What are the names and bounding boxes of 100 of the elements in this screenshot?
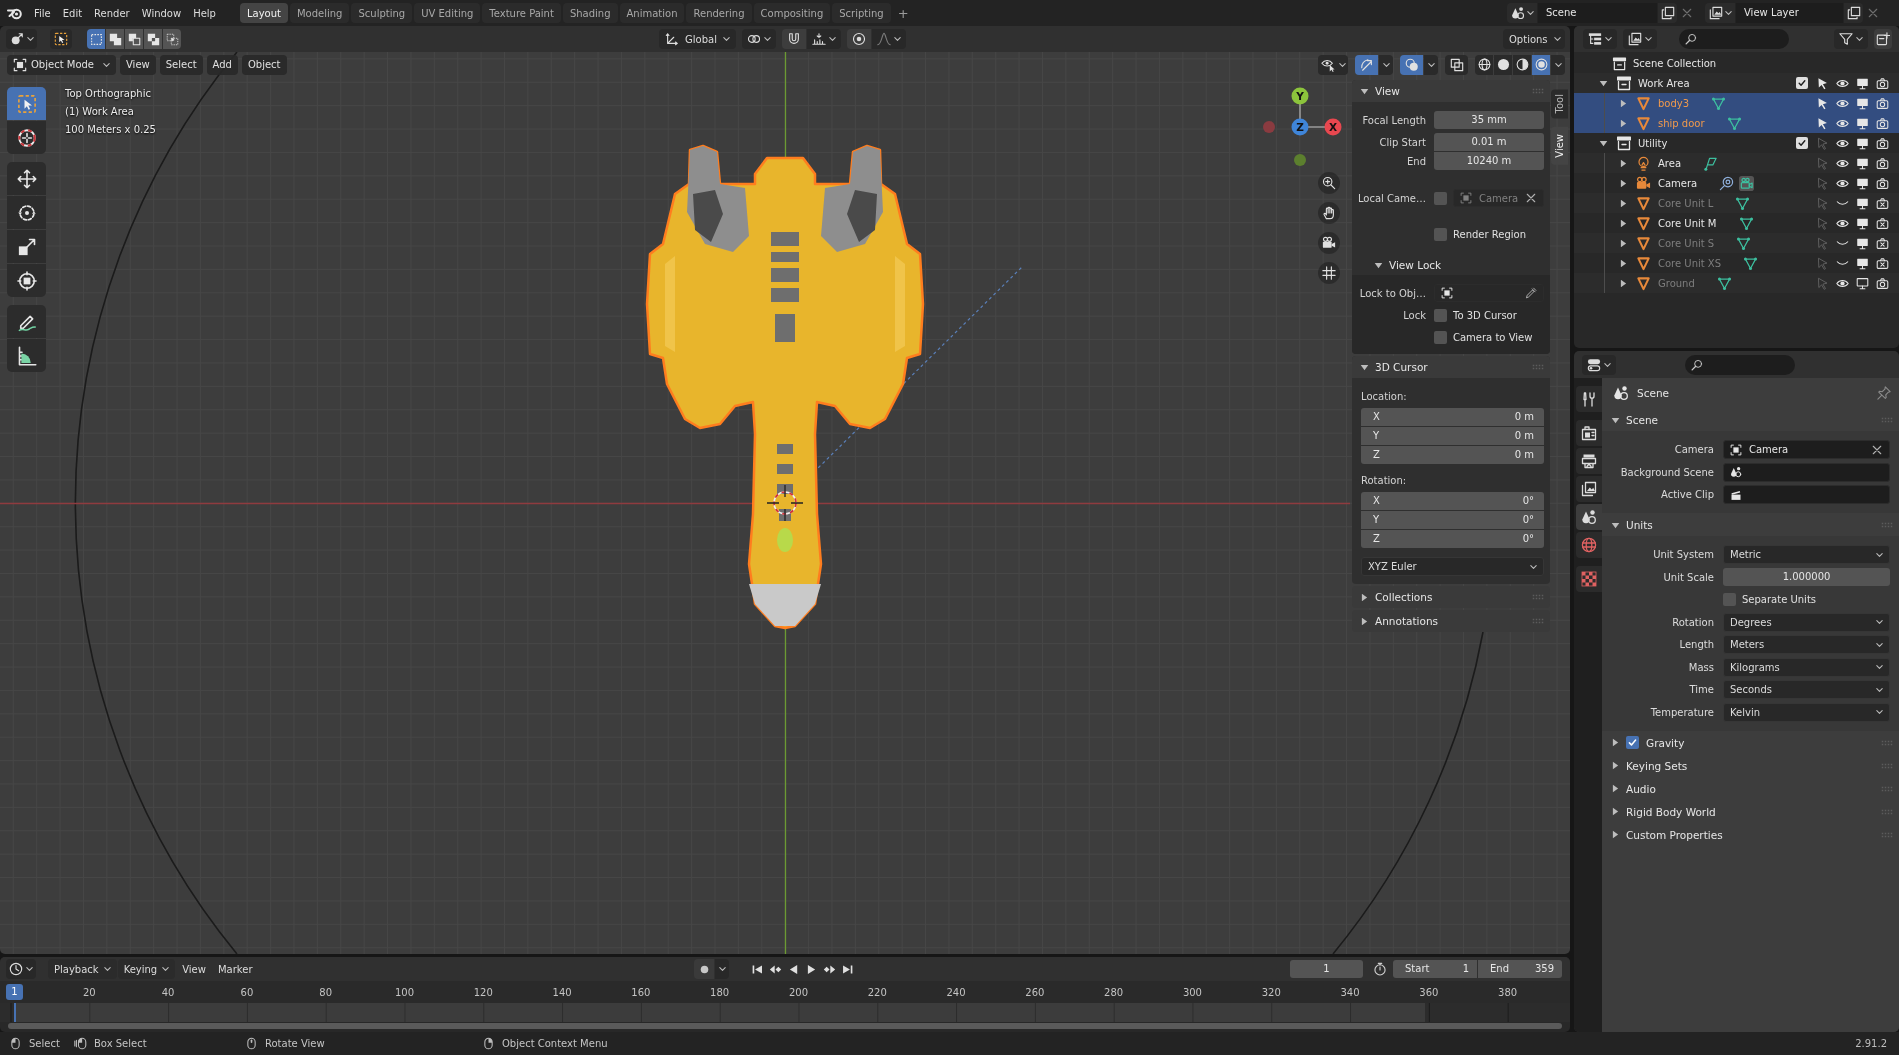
monitor-icon[interactable] [1855, 236, 1869, 250]
disclosure-triangle-icon[interactable] [1599, 139, 1608, 147]
selection-mode-button[interactable] [163, 29, 181, 49]
monitor-icon[interactable] [1855, 116, 1869, 130]
overlays-toggle[interactable] [1400, 54, 1423, 75]
outliner-row[interactable]: body3 [1574, 93, 1899, 113]
shading-button[interactable] [1494, 54, 1512, 75]
view-layer-browse-button[interactable] [1705, 3, 1735, 23]
workspace-tab[interactable]: Sculpting [351, 3, 413, 23]
gizmo-toggle[interactable] [1355, 54, 1378, 75]
panel-header[interactable]: Rigid Body World [1602, 800, 1899, 823]
filter-button[interactable] [1834, 29, 1868, 49]
header-menu[interactable]: View [176, 959, 212, 979]
object-field[interactable] [1434, 284, 1544, 302]
scrollbar[interactable] [8, 1023, 1562, 1029]
number-field[interactable]: 35 mm [1434, 111, 1544, 129]
display-mode-button[interactable] [1583, 29, 1617, 49]
editor-type-button[interactable] [6, 29, 37, 49]
disclosure-triangle-icon[interactable] [1620, 278, 1627, 288]
shading-button[interactable] [1475, 54, 1493, 75]
checkbox[interactable] [1626, 736, 1639, 749]
sidebar-tab[interactable]: Tool [1551, 89, 1568, 119]
render-off-camera-icon[interactable] [1875, 256, 1889, 270]
axis-handle[interactable] [1294, 154, 1306, 166]
panel-header[interactable]: Scene [1602, 409, 1899, 431]
auto-keying-toggle[interactable] [694, 959, 715, 979]
monitor-icon[interactable] [1855, 76, 1869, 90]
checkbox[interactable] [1434, 227, 1447, 241]
properties-tab[interactable] [1576, 504, 1602, 530]
orientation-dropdown[interactable]: Global [659, 29, 736, 49]
checkbox[interactable] [1434, 191, 1447, 205]
monitor-icon[interactable] [1855, 96, 1869, 110]
number-field[interactable]: Z 0° [1361, 530, 1544, 548]
menu-item[interactable]: Render [88, 3, 136, 23]
mode-dropdown[interactable]: Object Mode [7, 54, 116, 75]
header-menu[interactable]: Playback [48, 959, 117, 979]
dropdown[interactable]: Seconds [1723, 680, 1890, 699]
selection-mode-button[interactable] [125, 29, 143, 49]
outliner-row[interactable]: Work Area [1574, 73, 1899, 93]
header-menu[interactable]: Select [159, 54, 203, 75]
properties-tab[interactable] [1576, 448, 1602, 474]
axis-handle[interactable] [1324, 118, 1342, 136]
copy-button[interactable] [1844, 3, 1863, 23]
pan-button[interactable] [1318, 202, 1340, 224]
disclosure-triangle-icon[interactable] [1620, 198, 1627, 208]
clip-field[interactable] [1723, 485, 1890, 504]
axis-handle[interactable] [1263, 121, 1275, 133]
pointer-arrow-icon[interactable] [1815, 96, 1829, 110]
tool-button[interactable] [7, 264, 46, 297]
eyedropper-icon[interactable] [1525, 287, 1537, 299]
selection-mode-button[interactable] [106, 29, 124, 49]
render-camera-icon[interactable] [1875, 176, 1889, 190]
menu-item[interactable]: Edit [56, 3, 89, 23]
properties-tab[interactable] [1576, 476, 1602, 502]
search-field[interactable] [1685, 354, 1795, 375]
editor-type-button[interactable] [1582, 354, 1616, 375]
filter-view-button[interactable] [1623, 29, 1657, 49]
tool-button[interactable] [7, 121, 46, 154]
workspace-tab[interactable]: UV Editing [414, 3, 481, 23]
closed-eye-icon[interactable] [1835, 260, 1849, 266]
menu-item[interactable]: Window [135, 3, 188, 23]
workspace-tab[interactable]: Rendering [686, 3, 752, 23]
header-menu[interactable]: View [120, 54, 156, 75]
add-workspace-button[interactable]: + [892, 3, 914, 23]
workspace-tab[interactable]: Layout [239, 3, 288, 23]
snap-target-dropdown[interactable] [806, 29, 841, 49]
workspace-tab[interactable]: Shading [562, 3, 618, 23]
workspace-tab[interactable]: Animation [619, 3, 685, 23]
camera-view-button[interactable] [1318, 232, 1340, 254]
pointer-arrow-icon[interactable] [1815, 116, 1829, 130]
checkbox[interactable] [1723, 593, 1736, 606]
render-camera-icon[interactable] [1875, 136, 1889, 150]
properties-tab[interactable] [1576, 386, 1602, 412]
object-field[interactable]: Camera [1453, 189, 1545, 207]
scene-field[interactable]: Scene [1538, 3, 1657, 23]
panel-header[interactable]: Custom Properties [1602, 823, 1899, 846]
number-field[interactable]: Y 0 m [1361, 427, 1544, 445]
number-field[interactable]: 0.01 m [1434, 133, 1544, 151]
number-field[interactable]: X 0 m [1361, 408, 1544, 426]
disclosure-triangle-icon[interactable] [1620, 238, 1627, 248]
xray-toggle[interactable] [1445, 54, 1468, 75]
disclosure-triangle-icon[interactable] [1620, 258, 1627, 268]
shading-popover-button[interactable] [1551, 54, 1565, 75]
playhead[interactable]: 1 [6, 984, 23, 1000]
checkbox[interactable] [1796, 77, 1808, 89]
object-field[interactable]: Camera [1723, 440, 1890, 459]
view-layer-field[interactable]: View Layer [1736, 3, 1843, 23]
workspace-tab[interactable]: Modeling [289, 3, 350, 23]
panel-header[interactable]: Gravity [1602, 731, 1899, 754]
render-camera-icon[interactable] [1875, 116, 1889, 130]
jump-end-icon[interactable] [841, 962, 855, 976]
selection-mode-button[interactable] [87, 29, 105, 49]
rotation-mode-dropdown[interactable]: XYZ Euler [1361, 557, 1544, 576]
options-dropdown[interactable]: Options [1503, 29, 1565, 49]
shading-button[interactable] [1513, 54, 1531, 75]
monitor-icon[interactable] [1855, 216, 1869, 230]
scene-field[interactable] [1723, 462, 1890, 482]
outliner-row[interactable]: ship door [1574, 113, 1899, 133]
render-off-camera-icon[interactable] [1875, 236, 1889, 250]
render-off-camera-icon[interactable] [1875, 196, 1889, 210]
